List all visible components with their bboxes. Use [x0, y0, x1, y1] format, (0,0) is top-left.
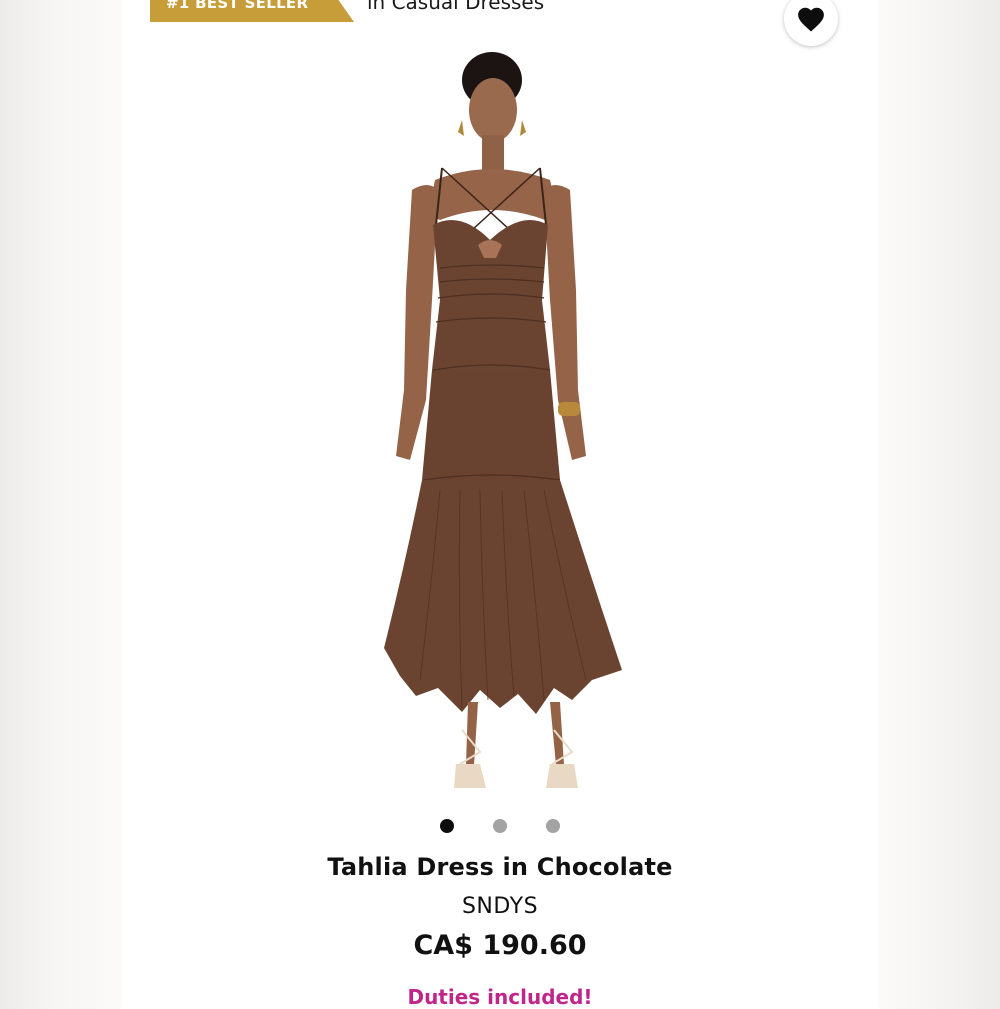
- carousel-dot-3[interactable]: [546, 819, 560, 833]
- product-price: CA$ 190.60: [413, 930, 587, 961]
- heart-icon: [798, 7, 824, 32]
- best-seller-label: #1 BEST SELLER: [166, 0, 309, 12]
- product-title[interactable]: Tahlia Dress in Chocolate: [0, 853, 1000, 881]
- category-link[interactable]: in Casual Dresses: [367, 0, 544, 14]
- carousel-dot-1[interactable]: [440, 819, 454, 833]
- carousel-dot-2[interactable]: [493, 819, 507, 833]
- duties-note: Duties included!: [407, 985, 593, 1009]
- carousel-dots: [0, 819, 1000, 833]
- best-seller-badge: #1 BEST SELLER: [150, 0, 354, 22]
- product-image[interactable]: [340, 40, 660, 810]
- product-brand[interactable]: SNDYS: [0, 894, 1000, 919]
